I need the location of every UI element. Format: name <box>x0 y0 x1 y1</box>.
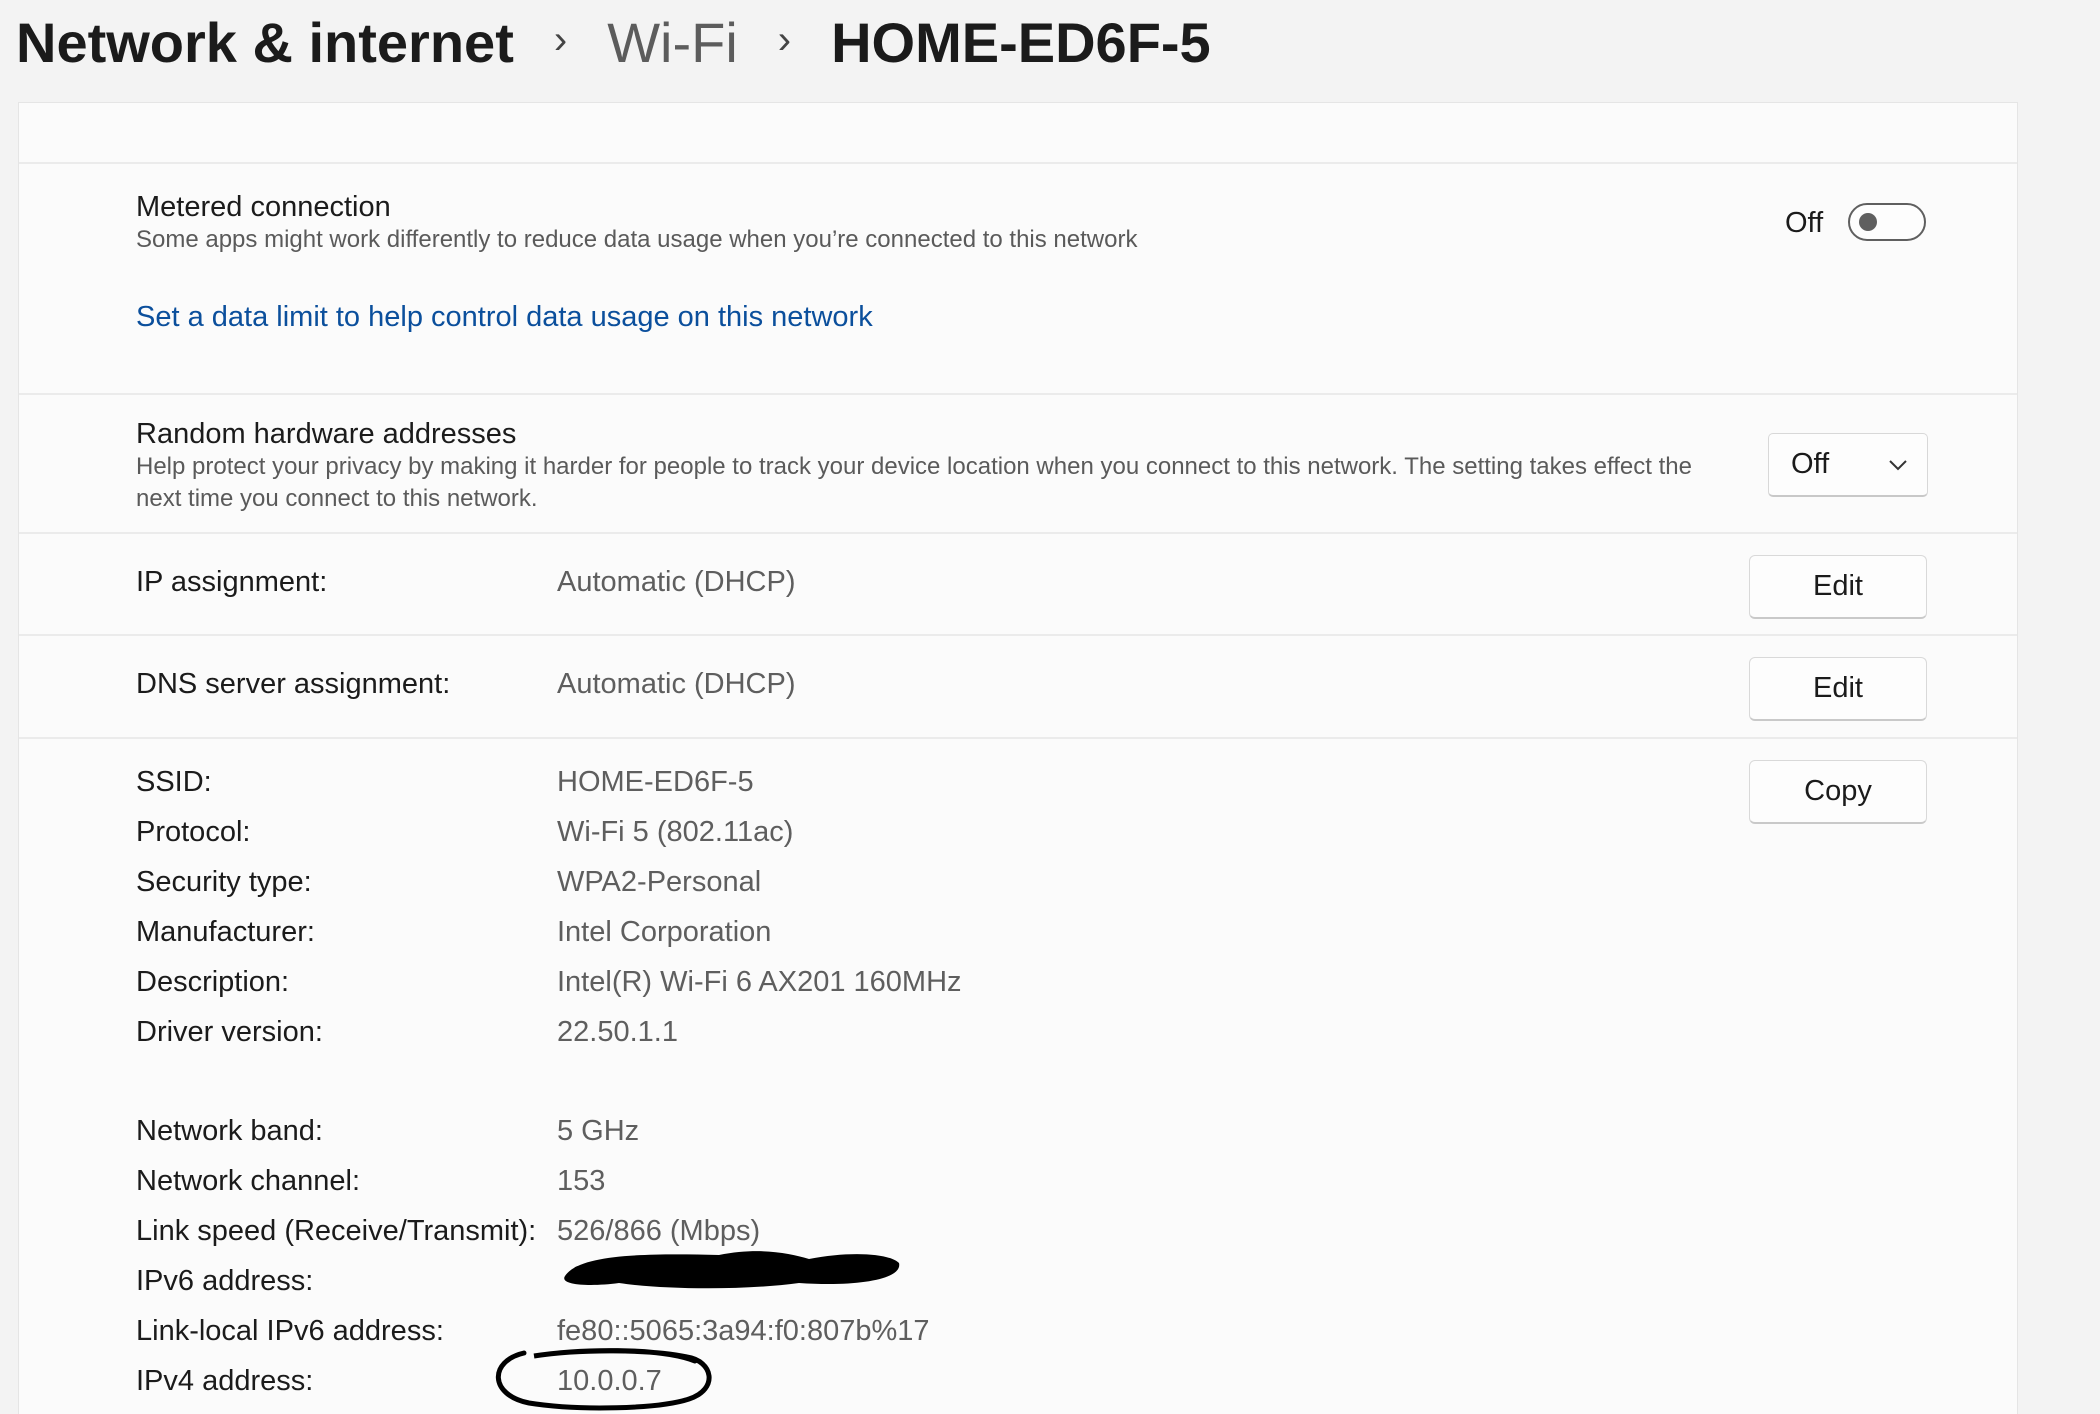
network-band-value: 5 GHz <box>557 1115 640 1147</box>
breadcrumb-chevron-icon: › <box>777 17 792 62</box>
network-channel-value: 153 <box>557 1165 606 1197</box>
network-band-label: Network band: <box>136 1115 323 1147</box>
network-channel-label: Network channel: <box>136 1165 361 1197</box>
security-type-value: WPA2-Personal <box>557 866 762 898</box>
metered-toggle-state: Off <box>1785 207 1824 239</box>
security-type-label: Security type: <box>136 866 312 898</box>
random-hw-description: Help protect your privacy by making it h… <box>136 453 1692 512</box>
protocol-label: Protocol: <box>136 816 251 848</box>
protocol-value: Wi-Fi 5 (802.11ac) <box>557 816 794 848</box>
link-speed-label: Link speed (Receive/Transmit): <box>136 1215 537 1247</box>
manufacturer-value: Intel Corporation <box>557 916 772 948</box>
driver-version-value: 22.50.1.1 <box>557 1016 678 1048</box>
ip-assignment-edit-button[interactable]: Edit <box>1749 555 1927 619</box>
link-local-ipv6-value: fe80::5065:3a94:f0:807b%17 <box>557 1315 930 1347</box>
breadcrumb-network-internet[interactable]: Network & internet <box>16 10 514 75</box>
breadcrumb-wifi[interactable]: Wi-Fi <box>607 10 738 75</box>
ip-assignment-label: IP assignment: <box>136 566 328 598</box>
description-value: Intel(R) Wi-Fi 6 AX201 160MHz <box>557 966 962 998</box>
ssid-value: HOME-ED6F-5 <box>557 766 754 798</box>
dns-assignment-edit-button[interactable]: Edit <box>1749 657 1927 721</box>
chevron-down-icon <box>1889 460 1907 471</box>
link-speed-value: 526/866 (Mbps) <box>557 1215 761 1247</box>
copy-properties-button[interactable]: Copy <box>1749 760 1927 824</box>
divider <box>19 634 2017 636</box>
divider <box>19 393 2017 395</box>
breadcrumb: Network & internet › Wi-Fi › HOME-ED6F-5 <box>16 0 1211 84</box>
driver-version-label: Driver version: <box>136 1016 323 1048</box>
random-hw-dropdown[interactable]: Off <box>1768 433 1928 497</box>
network-properties-panel: Metered connection Some apps might work … <box>18 102 2018 1414</box>
data-limit-link[interactable]: Set a data limit to help control data us… <box>136 301 873 334</box>
dns-assignment-label: DNS server assignment: <box>136 668 451 700</box>
metered-connection-description: Some apps might work differently to redu… <box>136 226 1138 253</box>
divider <box>19 737 2017 739</box>
random-hw-selected: Off <box>1791 448 1830 480</box>
link-local-ipv6-label: Link-local IPv6 address: <box>136 1315 444 1347</box>
ssid-label: SSID: <box>136 766 212 798</box>
ipv4-address-label: IPv4 address: <box>136 1365 314 1397</box>
ipv4-address-value: 10.0.0.7 <box>557 1365 662 1397</box>
metered-connection-title: Metered connection <box>136 191 391 223</box>
toggle-knob <box>1859 213 1877 231</box>
divider <box>19 532 2017 534</box>
metered-connection-toggle[interactable] <box>1848 203 1926 241</box>
breadcrumb-chevron-icon: › <box>553 17 568 62</box>
manufacturer-label: Manufacturer: <box>136 916 315 948</box>
page-title: HOME-ED6F-5 <box>831 10 1211 74</box>
random-hw-title: Random hardware addresses <box>136 418 517 450</box>
ip-assignment-value: Automatic (DHCP) <box>557 566 796 598</box>
ipv6-address-label: IPv6 address: <box>136 1265 314 1297</box>
description-label: Description: <box>136 966 290 998</box>
divider <box>19 162 2017 164</box>
dns-assignment-value: Automatic (DHCP) <box>557 668 796 700</box>
